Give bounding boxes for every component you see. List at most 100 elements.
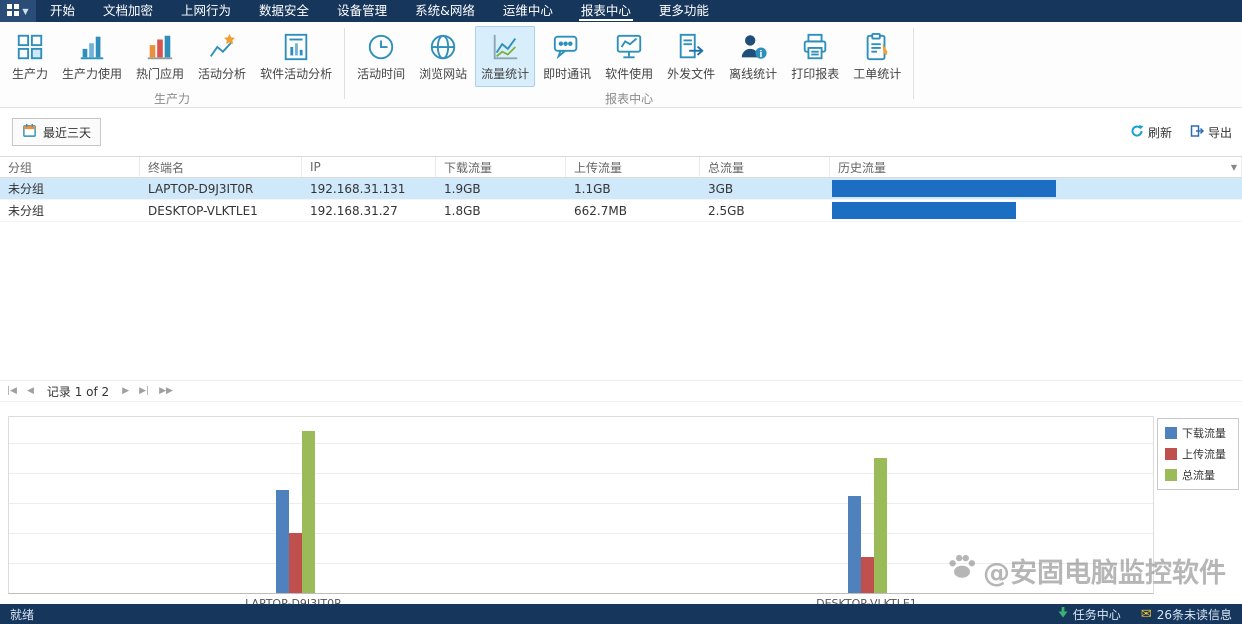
menu-item-internet-behavior[interactable]: 上网行为 (167, 0, 245, 22)
app-grid-icon (7, 4, 19, 19)
cell-upload: 1.1GB (566, 182, 700, 196)
app-menu-button[interactable]: ▼ (0, 0, 36, 22)
prev-page-button[interactable]: ◀ (26, 386, 35, 396)
ribbon-item-activity-time[interactable]: 活动时间 (351, 26, 411, 87)
last-page-button[interactable]: ▶| (138, 386, 150, 396)
column-menu-button[interactable]: ▼ (1231, 157, 1237, 177)
file-send-icon (676, 32, 706, 62)
cell-terminal: LAPTOP-D9J3IT0R (140, 182, 302, 196)
column-header-ip[interactable]: IP (302, 157, 436, 177)
cell-download: 1.8GB (436, 204, 566, 218)
work-order-icon (862, 32, 892, 62)
ribbon-item-label: 热门应用 (136, 65, 184, 82)
ribbon-item-label: 流量统计 (481, 65, 529, 82)
bar-group (276, 417, 315, 593)
bar-group (848, 417, 887, 593)
more-pages-button[interactable]: ▶▶ (158, 386, 174, 396)
ribbon-group-label-report-center: 报表中心 (347, 89, 911, 111)
legend-label: 下载流量 (1182, 425, 1226, 441)
column-header-upload[interactable]: 上传流量 (566, 157, 700, 177)
grid-icon (15, 32, 45, 62)
ribbon-item-software-usage[interactable]: 软件使用 (599, 26, 659, 87)
download-arrow-icon (1058, 607, 1068, 621)
refresh-button[interactable]: 刷新 (1130, 124, 1172, 141)
traffic-bar-chart: LAPTOP-D9J3IT0RDESKTOP-VLKTLE1 下载流量上传流量总… (0, 416, 1242, 614)
legend-item: 下载流量 (1165, 425, 1231, 441)
ribbon-item-label: 活动分析 (198, 65, 246, 82)
column-header-group[interactable]: 分组 (0, 157, 140, 177)
menu-item-start[interactable]: 开始 (36, 0, 89, 22)
ribbon-item-label: 生产力使用 (62, 65, 122, 82)
ribbon-item-label: 即时通讯 (543, 65, 591, 82)
ribbon-item-productivity[interactable]: 生产力 (6, 26, 54, 87)
export-icon (1190, 124, 1204, 141)
cell-ip: 192.168.31.131 (302, 182, 436, 196)
status-ready-label: 就绪 (10, 606, 34, 623)
ribbon-item-label: 浏览网站 (419, 65, 467, 82)
table-row[interactable]: 未分组 DESKTOP-VLKTLE1 192.168.31.27 1.8GB … (0, 200, 1242, 222)
mail-icon: ✉ (1141, 607, 1152, 622)
legend-item: 上传流量 (1165, 446, 1231, 462)
pagination-bar: |◀ ◀ 记录 1 of 2 ▶ ▶| ▶▶ (0, 380, 1242, 402)
date-filter-button[interactable]: 最近三天 (12, 118, 101, 146)
column-header-total[interactable]: 总流量 (700, 157, 830, 177)
activity-chart-icon (207, 32, 237, 62)
ribbon-item-offline-stats[interactable]: i 离线统计 (723, 26, 783, 87)
export-button[interactable]: 导出 (1190, 124, 1232, 141)
chart-bar (276, 490, 289, 593)
svg-text:i: i (760, 49, 763, 59)
cell-group: 未分组 (0, 180, 140, 197)
hot-apps-icon (145, 32, 175, 62)
table-row[interactable]: 未分组 LAPTOP-D9J3IT0R 192.168.31.131 1.9GB… (0, 178, 1242, 200)
ribbon-item-print-report[interactable]: 打印报表 (785, 26, 845, 87)
refresh-label: 刷新 (1148, 124, 1172, 141)
cell-upload: 662.7MB (566, 204, 700, 218)
ribbon-item-instant-messaging[interactable]: 即时通讯 (537, 26, 597, 87)
date-filter-label: 最近三天 (43, 124, 91, 141)
column-header-history[interactable]: 历史流量 (830, 157, 1242, 177)
cell-ip: 192.168.31.27 (302, 204, 436, 218)
ribbon-item-hot-apps[interactable]: 热门应用 (130, 26, 190, 87)
ribbon-item-software-activity-analysis[interactable]: 软件活动分析 (254, 26, 338, 87)
traffic-table: 分组 终端名 IP 下载流量 上传流量 总流量 历史流量 ▼ 未分组 LAPTO… (0, 156, 1242, 222)
first-page-button[interactable]: |◀ (6, 386, 18, 396)
offline-user-icon: i (738, 32, 768, 62)
menu-item-device-management[interactable]: 设备管理 (323, 0, 401, 22)
ribbon-item-productivity-usage[interactable]: 生产力使用 (56, 26, 128, 87)
legend-swatch (1165, 469, 1177, 481)
unread-messages-label: 26条未读信息 (1157, 606, 1232, 623)
ribbon-separator (913, 28, 914, 99)
chart-bar (848, 496, 861, 593)
menu-item-data-security[interactable]: 数据安全 (245, 0, 323, 22)
ribbon-item-outgoing-files[interactable]: 外发文件 (661, 26, 721, 87)
ribbon-item-work-order-stats[interactable]: 工单统计 (847, 26, 907, 87)
menu-item-ops-center[interactable]: 运维中心 (489, 0, 567, 22)
cell-download: 1.9GB (436, 182, 566, 196)
ribbon-item-label: 打印报表 (791, 65, 839, 82)
history-traffic-bar (832, 202, 1016, 219)
chart-plot (8, 416, 1154, 594)
ribbon-item-label: 生产力 (12, 65, 48, 82)
ribbon-item-traffic-stats[interactable]: 流量统计 (475, 26, 535, 87)
cell-terminal: DESKTOP-VLKTLE1 (140, 204, 302, 218)
ribbon-item-label: 软件使用 (605, 65, 653, 82)
menu-item-system-network[interactable]: 系统&网络 (401, 0, 489, 22)
menu-item-more-functions[interactable]: 更多功能 (645, 0, 723, 22)
ribbon-item-activity-analysis[interactable]: 活动分析 (192, 26, 252, 87)
ribbon-group-report-center: 活动时间 浏览网站 流量统计 即时通讯 (347, 24, 911, 107)
legend-swatch (1165, 427, 1177, 439)
globe-icon (428, 32, 458, 62)
cell-group: 未分组 (0, 202, 140, 219)
table-header: 分组 终端名 IP 下载流量 上传流量 总流量 历史流量 ▼ (0, 157, 1242, 178)
column-header-terminal[interactable]: 终端名 (140, 157, 302, 177)
unread-messages-button[interactable]: ✉ 26条未读信息 (1141, 606, 1232, 623)
column-header-download[interactable]: 下载流量 (436, 157, 566, 177)
ribbon: 生产力 生产力使用 热门应用 活动分析 (0, 22, 1242, 108)
ribbon-item-browse-websites[interactable]: 浏览网站 (413, 26, 473, 87)
chat-icon (552, 32, 582, 62)
menu-item-doc-encryption[interactable]: 文档加密 (89, 0, 167, 22)
menu-item-report-center[interactable]: 报表中心 (567, 0, 645, 22)
next-page-button[interactable]: ▶ (121, 386, 130, 396)
task-center-button[interactable]: 任务中心 (1058, 606, 1121, 623)
clock-icon (366, 32, 396, 62)
